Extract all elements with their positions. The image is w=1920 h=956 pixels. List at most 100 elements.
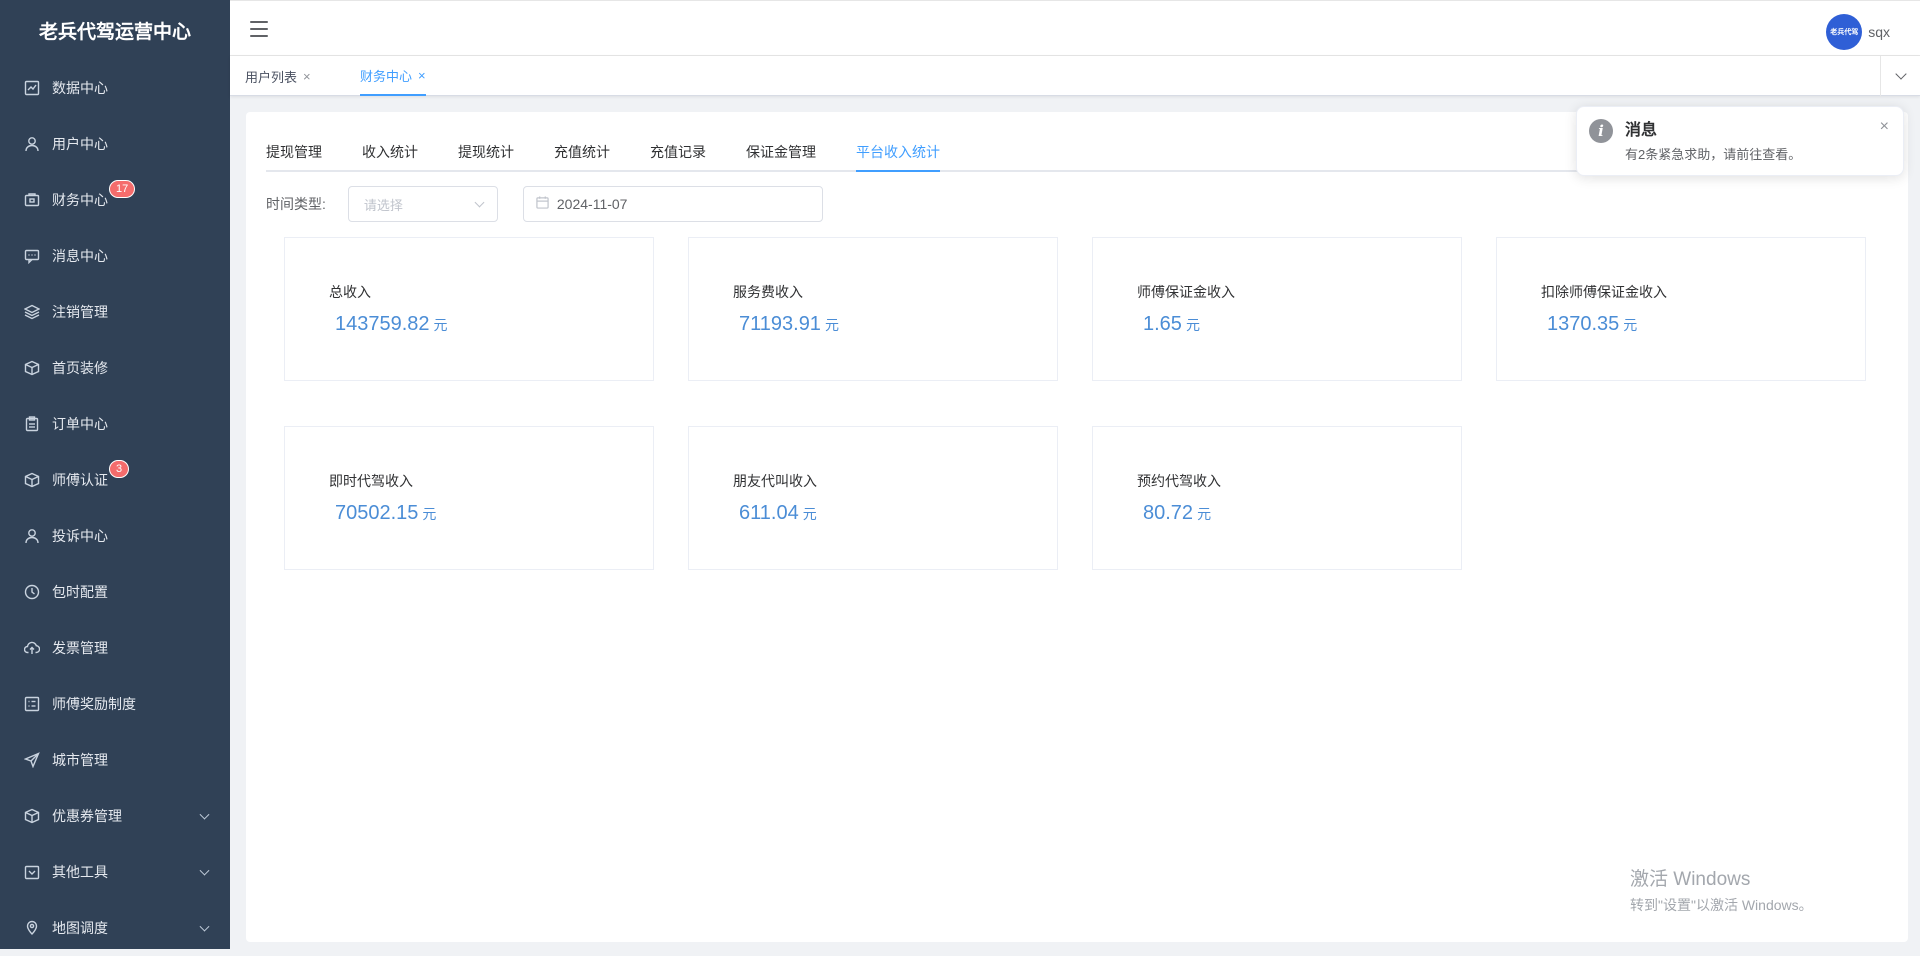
date-picker[interactable]: 2024-11-07 — [522, 186, 823, 222]
stat-title: 总收入 — [329, 284, 371, 300]
stat-value: 1370.35 元 — [1547, 313, 1638, 335]
stat-value: 71193.91 元 — [739, 313, 839, 335]
sidebar-item-label: 包时配置 — [52, 584, 108, 600]
info-icon: i — [1589, 119, 1613, 143]
chevron-down-icon — [199, 809, 210, 820]
chevron-down-icon — [474, 197, 485, 208]
tab-income-stats[interactable]: 收入统计 — [362, 132, 418, 172]
tag-user-list[interactable]: 用户列表 × — [245, 56, 311, 96]
sidebar-item-cancellation[interactable]: 注销管理 — [0, 284, 230, 340]
sidebar-item-label: 数据中心 — [52, 80, 108, 96]
tab-platform-income-stats[interactable]: 平台收入统计 — [856, 132, 940, 172]
stat-title: 预约代驾收入 — [1137, 473, 1221, 489]
chevron-down-icon — [199, 921, 210, 932]
sidebar-item-label: 其他工具 — [52, 864, 108, 880]
tags-view: 用户列表 × 财务中心 × — [230, 56, 1920, 96]
stat-value: 611.04 元 — [739, 502, 817, 524]
calendar-icon — [22, 862, 42, 882]
calendar-icon — [536, 196, 549, 212]
stat-value: 70502.15 元 — [335, 502, 437, 524]
driver-cert-badge: 3 — [109, 460, 130, 478]
sidebar-item-driver-cert[interactable]: 师傅认证 3 — [0, 452, 230, 508]
sidebar-item-label: 消息中心 — [52, 248, 108, 264]
tags-dropdown-button[interactable] — [1880, 56, 1920, 96]
stat-title: 朋友代叫收入 — [733, 473, 817, 489]
user-icon — [22, 526, 42, 546]
stat-card-scheduled-driving-income: 预约代驾收入 80.72 元 — [1092, 426, 1462, 570]
stat-card-total-income: 总收入 143759.82 元 — [284, 237, 654, 381]
tag-label: 财务中心 — [360, 68, 413, 84]
sidebar-item-complaints[interactable]: 投诉中心 — [0, 508, 230, 564]
stat-title: 扣除师傅保证金收入 — [1541, 284, 1667, 300]
sidebar-item-other-tools[interactable]: 其他工具 — [0, 844, 230, 900]
stat-card-service-fee-income: 服务费收入 71193.91 元 — [688, 237, 1058, 381]
tab-deposit-management[interactable]: 保证金管理 — [746, 132, 816, 172]
hamburger-menu-icon[interactable] — [250, 21, 268, 37]
sidebar-item-label: 用户中心 — [52, 136, 108, 152]
box-icon — [22, 470, 42, 490]
clipboard-icon — [22, 414, 42, 434]
sidebar-item-data-center[interactable]: 数据中心 — [0, 60, 230, 116]
notification-popup[interactable]: i 消息 有2条紧急求助，请前往查看。 × — [1576, 106, 1904, 176]
sidebar-item-label: 师傅奖励制度 — [52, 696, 136, 712]
stat-title: 即时代驾收入 — [329, 473, 413, 489]
user-icon — [22, 134, 42, 154]
sidebar-item-coupons[interactable]: 优惠券管理 — [0, 788, 230, 844]
sidebar-item-home-decor[interactable]: 首页装修 — [0, 340, 230, 396]
cloud-upload-icon — [22, 638, 42, 658]
location-icon — [22, 918, 42, 938]
sidebar-item-label: 订单中心 — [52, 416, 108, 432]
stat-card-friend-call-income: 朋友代叫收入 611.04 元 — [688, 426, 1058, 570]
filter-bar: 时间类型: 请选择 2024-11-07 — [266, 186, 823, 222]
list-icon — [22, 694, 42, 714]
watermark-line-1: 激活 Windows — [1630, 869, 1751, 890]
close-icon[interactable]: × — [303, 69, 311, 84]
tab-withdraw-stats[interactable]: 提现统计 — [458, 132, 514, 172]
active-tab-indicator — [856, 170, 940, 172]
message-icon — [22, 246, 42, 266]
tab-withdraw-management[interactable]: 提现管理 — [266, 132, 322, 172]
avatar[interactable]: 老兵代驾 — [1826, 14, 1863, 50]
tag-finance-center[interactable]: 财务中心 × — [360, 56, 426, 96]
sidebar-item-driver-rewards[interactable]: 师傅奖励制度 — [0, 676, 230, 732]
stat-card-driver-deposit-income: 师傅保证金收入 1.65 元 — [1092, 237, 1462, 381]
layers-icon — [22, 302, 42, 322]
time-type-select[interactable]: 请选择 — [347, 186, 498, 222]
notification-title: 消息 — [1625, 122, 1658, 139]
time-type-label: 时间类型: — [266, 196, 326, 212]
finance-badge: 17 — [109, 180, 136, 198]
sidebar-item-label: 地图调度 — [52, 920, 108, 936]
main-content-card: 提现管理 收入统计 提现统计 充值统计 充值记录 保证金管理 平台收入统计 时间… — [246, 112, 1908, 942]
windows-activation-watermark: 激活 Windows 转到"设置"以激活 Windows。 — [1630, 864, 1813, 915]
username[interactable]: sqx — [1868, 24, 1890, 40]
chevron-down-icon — [199, 865, 210, 876]
sidebar-item-hourly-config[interactable]: 包时配置 — [0, 564, 230, 620]
date-value: 2024-11-07 — [556, 196, 628, 212]
close-icon[interactable]: × — [1880, 118, 1889, 136]
stat-title: 服务费收入 — [733, 284, 803, 300]
close-icon[interactable]: × — [418, 68, 426, 83]
sidebar-item-order-center[interactable]: 订单中心 — [0, 396, 230, 452]
chart-icon — [22, 78, 42, 98]
sidebar-item-map-dispatch[interactable]: 地图调度 — [0, 900, 230, 956]
stat-card-instant-driving-income: 即时代驾收入 70502.15 元 — [284, 426, 654, 570]
watermark-line-2: 转到"设置"以激活 Windows。 — [1630, 897, 1813, 913]
chevron-down-icon — [1894, 68, 1907, 80]
sidebar-item-finance-center[interactable]: 财务中心 17 — [0, 172, 230, 228]
sidebar-item-label: 财务中心 — [52, 192, 108, 208]
stat-value: 1.65 元 — [1143, 313, 1200, 335]
sidebar-item-city[interactable]: 城市管理 — [0, 732, 230, 788]
user-menu[interactable]: 老兵代驾 sqx — [1826, 14, 1890, 50]
tab-recharge-stats[interactable]: 充值统计 — [554, 132, 610, 172]
sidebar-menu: 数据中心 用户中心 财务中心 17 消息中心 注销管理 首页装修 订单中心 师傅… — [0, 60, 230, 956]
sidebar-item-invoice[interactable]: 发票管理 — [0, 620, 230, 676]
sidebar-item-message-center[interactable]: 消息中心 — [0, 228, 230, 284]
stat-title: 师傅保证金收入 — [1137, 284, 1235, 300]
select-placeholder: 请选择 — [363, 197, 403, 213]
sidebar-item-user-center[interactable]: 用户中心 — [0, 116, 230, 172]
box-icon — [22, 806, 42, 826]
stat-card-net-of-deposit-income: 扣除师傅保证金收入 1370.35 元 — [1496, 237, 1866, 381]
top-navbar: 老兵代驾 sqx — [230, 0, 1920, 56]
stat-value: 80.72 元 — [1143, 502, 1212, 524]
tab-recharge-records[interactable]: 充值记录 — [650, 132, 706, 172]
